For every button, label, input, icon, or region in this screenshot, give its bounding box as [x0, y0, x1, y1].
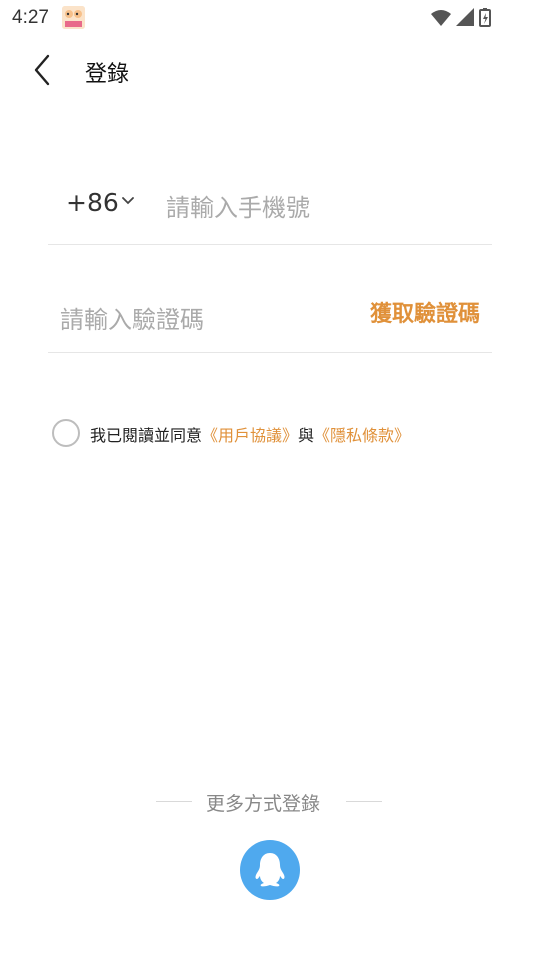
code-row: 獲取驗證碼	[48, 282, 492, 353]
page-title: 登錄	[85, 62, 130, 87]
status-bar: 4:27	[0, 0, 540, 36]
divider-left	[156, 801, 192, 802]
chevron-down-icon[interactable]	[121, 196, 135, 206]
back-button[interactable]	[28, 52, 60, 88]
qq-login-button[interactable]	[240, 840, 300, 900]
cell-signal-icon	[456, 8, 474, 26]
header: 登錄	[0, 44, 540, 96]
more-methods-row: 更多方式登錄	[156, 788, 384, 816]
phone-row: +86	[48, 174, 492, 245]
back-arrow-icon	[34, 54, 50, 86]
verification-code-input[interactable]	[60, 300, 320, 340]
more-methods-label: 更多方式登錄	[206, 793, 321, 815]
wifi-icon	[431, 10, 451, 26]
agreement-text: 我已閱讀並同意《用戶協議》與《隱私條款》	[90, 422, 410, 446]
status-indicators	[430, 8, 500, 28]
status-time: 4:27	[12, 7, 49, 28]
privacy-policy-link[interactable]: 《隱私條款》	[314, 426, 410, 445]
user-agreement-link[interactable]: 《用戶協議》	[202, 426, 298, 445]
agreement-row: 我已閱讀並同意《用戶協議》與《隱私條款》	[52, 418, 492, 448]
qq-penguin-icon	[255, 853, 285, 887]
app-notification-icon	[62, 6, 85, 29]
get-code-button[interactable]: 獲取驗證碼	[370, 296, 480, 328]
country-code-selector[interactable]: +86	[66, 188, 119, 217]
agreement-conjunction: 與	[298, 426, 315, 445]
phone-input[interactable]	[166, 188, 486, 228]
divider-right	[346, 801, 382, 802]
agreement-prefix: 我已閱讀並同意	[90, 426, 203, 445]
agree-checkbox[interactable]	[52, 419, 80, 447]
